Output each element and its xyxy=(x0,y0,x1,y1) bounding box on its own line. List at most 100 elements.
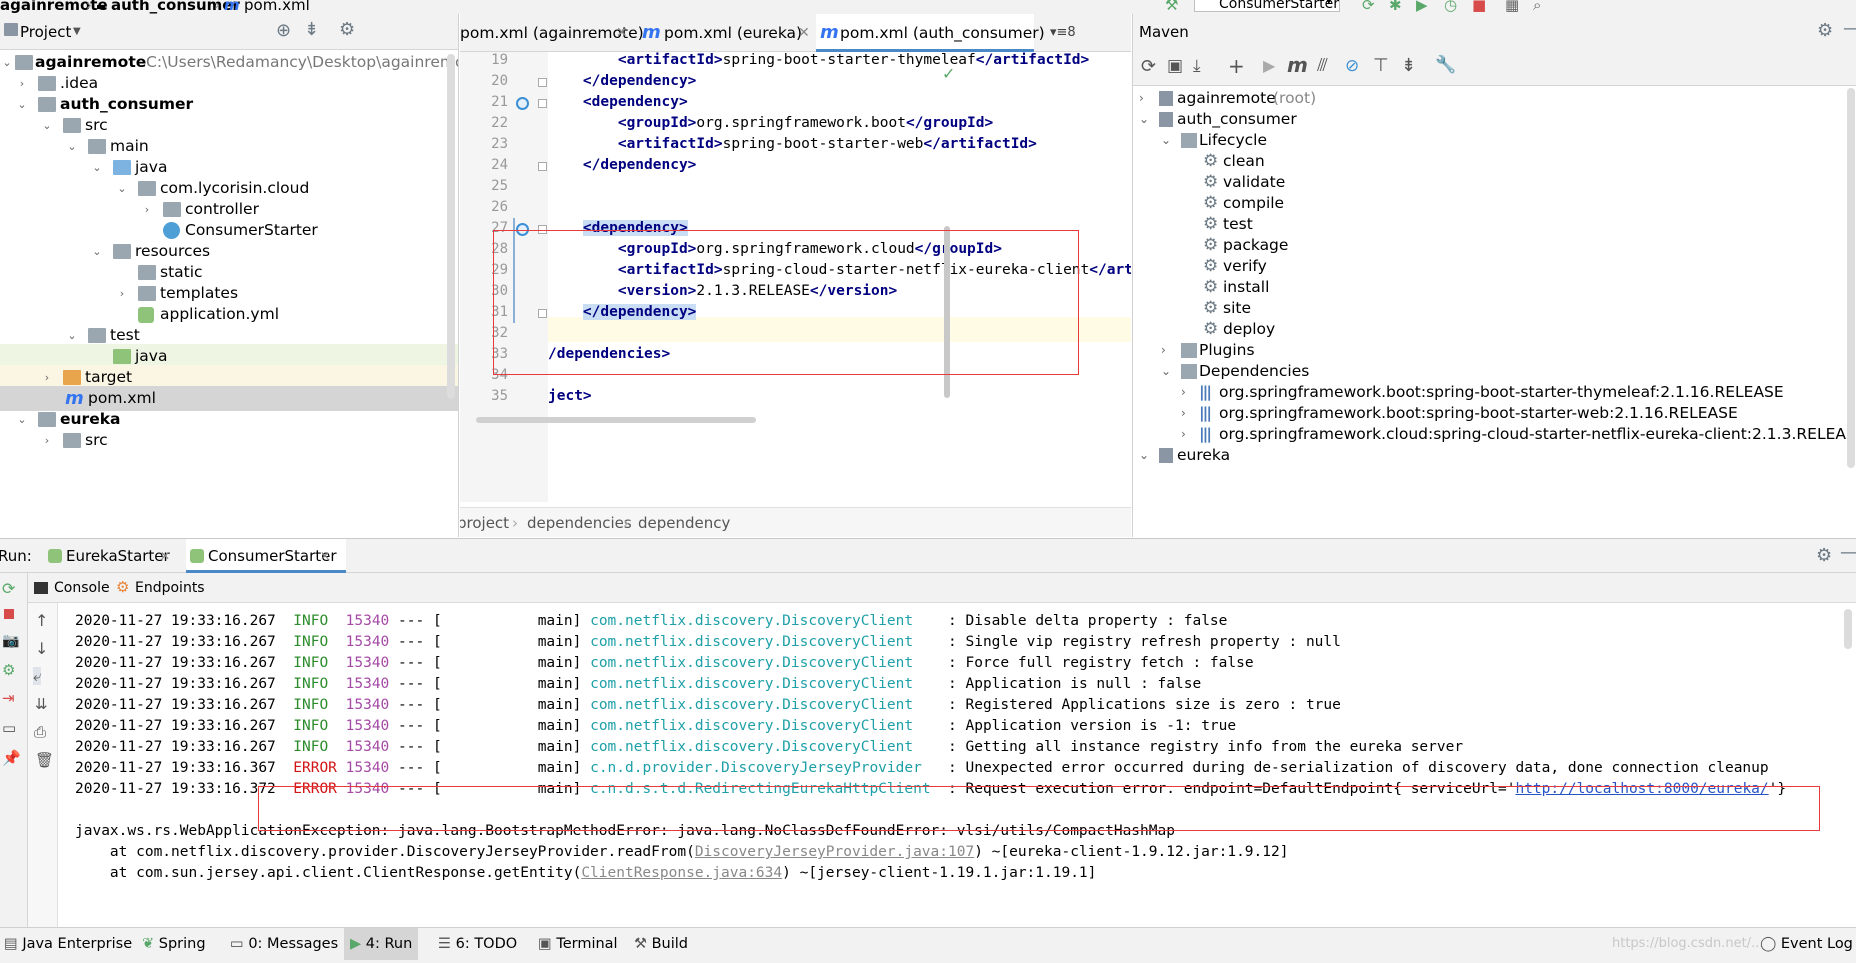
breadcrumb-project[interactable]: project xyxy=(460,508,509,537)
chevron-down-icon[interactable]: ▼ xyxy=(73,26,81,37)
generate-sources-icon[interactable]: ▣ xyxy=(1167,56,1183,76)
fold-marker-icon[interactable] xyxy=(538,162,547,171)
rerun-icon[interactable]: ⟳ xyxy=(2,579,15,598)
chevron-down-icon[interactable]: ⌄ xyxy=(1161,359,1171,384)
run-icon[interactable]: ▶ xyxy=(1263,56,1275,75)
run-coverage-icon[interactable]: ▶ xyxy=(1416,0,1428,14)
collapse-all-icon[interactable]: ⇟ xyxy=(304,19,319,40)
fold-marker-icon[interactable] xyxy=(538,99,547,108)
project-scrollbar[interactable] xyxy=(447,54,455,399)
close-icon[interactable]: ✕ xyxy=(616,14,628,52)
log-logger: com.netflix.discovery.DiscoveryClient xyxy=(590,613,940,629)
tab-label: pom.xml (auth_consumer) xyxy=(840,24,1045,42)
chevron-down-icon[interactable]: ⌄ xyxy=(1139,443,1149,468)
tab-pom-auth-consumer[interactable]: m pom.xml (auth_consumer) xyxy=(816,14,1045,52)
tool-messages[interactable]: ▭ 0: Messages xyxy=(230,928,338,960)
tool-spring[interactable]: ❦ Spring xyxy=(142,928,206,960)
run-tab-consumerstarter[interactable]: ConsumerStarter ✕ xyxy=(186,539,346,573)
skip-tests-icon[interactable]: ⊘ xyxy=(1345,56,1359,76)
tree-item-eureka-src[interactable]: › src xyxy=(0,428,458,453)
restore-layout-icon[interactable]: ⚙ xyxy=(2,661,15,679)
log-logger: com.netflix.discovery.DiscoveryClient xyxy=(590,676,940,692)
stop-icon[interactable]: ■ xyxy=(1472,0,1486,14)
log-line[interactable]: 2020-11-27 19:33:16.372 ERROR 15340 --- … xyxy=(75,777,1786,802)
run-label: Run: xyxy=(0,547,32,565)
gear-icon[interactable]: ⚙ xyxy=(1816,545,1832,566)
spring-icon: ❦ xyxy=(142,936,155,952)
tool-terminal[interactable]: ▣ Terminal xyxy=(538,928,618,960)
tab-pom-eureka[interactable]: m pom.xml (eureka) ✕ xyxy=(642,14,812,52)
log-timestamp: 2020-11-27 19:33:16.267 xyxy=(75,718,294,734)
download-icon[interactable]: ⤓ xyxy=(1193,56,1201,76)
rerun-icon[interactable]: ⟳ xyxy=(1362,0,1375,14)
xml-open-tag: <groupId> xyxy=(617,115,697,131)
run-tab-eurekastarter[interactable]: EurekaStarter ✕ xyxy=(44,539,184,573)
chevron-down-icon[interactable]: ⌄ xyxy=(1161,128,1171,153)
arrow-down-icon[interactable]: ↓ xyxy=(35,639,48,658)
project-panel-title[interactable]: Project xyxy=(20,23,71,41)
console-scrollbar[interactable] xyxy=(1844,609,1852,649)
gear-icon[interactable]: ⚙ xyxy=(1817,20,1833,41)
close-icon[interactable]: ✕ xyxy=(160,539,170,573)
log-timestamp: 2020-11-27 19:33:16.267 xyxy=(75,613,294,629)
tool-build[interactable]: ⚒ Build xyxy=(634,928,688,960)
tab-overflow-button[interactable]: ▾≡8 xyxy=(1050,14,1090,52)
toggle-offline-icon[interactable]: ⫻ xyxy=(1317,55,1328,76)
soft-wrap-icon[interactable]: ⤶ xyxy=(33,667,42,685)
fold-marker-icon[interactable] xyxy=(538,78,547,87)
show-dependencies-icon[interactable]: ⊤ xyxy=(1373,55,1389,76)
run-config-select[interactable]: ConsumerStarter ▼ xyxy=(1194,0,1340,12)
maven-scrollbar[interactable] xyxy=(1847,88,1855,468)
run-icon: ▶ xyxy=(350,936,362,952)
implementation-marker-icon[interactable] xyxy=(516,97,529,110)
minimize-icon[interactable]: — xyxy=(1840,542,1856,563)
nav-file[interactable]: pom.xml xyxy=(244,0,310,14)
hammer-icon[interactable]: ⚒ xyxy=(1165,0,1178,14)
nav-module[interactable]: auth_consumer xyxy=(111,0,240,14)
tool-run[interactable]: ▶ 4: Run xyxy=(344,928,419,960)
terminal-icon: ▣ xyxy=(538,936,552,952)
stack-trace-line[interactable]: at com.sun.jersey.api.client.ClientRespo… xyxy=(75,861,1096,886)
exit-icon[interactable]: ⇥ xyxy=(2,689,15,707)
locate-icon[interactable]: ⊕ xyxy=(276,20,291,41)
collapse-all-icon[interactable]: ⇟ xyxy=(1401,55,1416,76)
line-number: 28 xyxy=(491,241,508,257)
execute-goal-icon[interactable]: m xyxy=(1287,53,1308,77)
minimize-icon[interactable]: — xyxy=(1843,18,1856,39)
profile-icon[interactable]: ◷ xyxy=(1444,0,1457,14)
editor-scrollbar[interactable] xyxy=(944,226,950,398)
code-line[interactable]: ject> xyxy=(548,384,592,409)
pin-icon[interactable]: 📌 xyxy=(2,749,21,767)
scroll-to-end-icon[interactable]: ⇊ xyxy=(35,695,48,713)
camera-icon[interactable]: 📷 xyxy=(2,633,19,649)
gear-icon[interactable]: ⚙ xyxy=(339,19,355,40)
fold-marker-icon[interactable] xyxy=(538,309,547,318)
breadcrumb-dependency[interactable]: dependency xyxy=(638,508,730,537)
debug-icon[interactable]: ✱ xyxy=(1389,0,1402,14)
project-structure-icon[interactable]: ▦ xyxy=(1505,0,1519,14)
breadcrumb-dependencies[interactable]: dependencies xyxy=(527,508,632,537)
tab-pom-againremote[interactable]: pom.xml (againremote) ✕ xyxy=(460,14,644,52)
watermark: https://blog.csdn.net/... xyxy=(1612,936,1764,951)
chevron-right-icon[interactable]: › xyxy=(40,428,54,453)
refresh-icon[interactable]: ⟳ xyxy=(1141,56,1156,77)
print-icon[interactable]: ⎙ xyxy=(34,723,46,741)
tool-event-log[interactable]: ◯ Event Log xyxy=(1760,928,1853,960)
tool-todo[interactable]: ☰ 6: TODO xyxy=(438,928,517,960)
close-icon[interactable]: ✕ xyxy=(798,14,810,52)
wrench-icon[interactable]: 🔧 xyxy=(1435,55,1456,75)
arrow-up-icon[interactable]: ↑ xyxy=(35,611,48,630)
layout-icon[interactable]: ▭ xyxy=(2,719,16,737)
implementation-marker-icon[interactable] xyxy=(516,223,529,236)
stop-icon[interactable] xyxy=(4,609,14,619)
chevron-down-icon[interactable]: ⌄ xyxy=(1139,107,1149,132)
run-tool-window: Run: EurekaStarter ✕ ConsumerStarter ✕ ⚙… xyxy=(0,538,1856,927)
add-icon[interactable]: + xyxy=(1228,54,1245,78)
fold-marker-icon[interactable] xyxy=(538,225,547,234)
tool-java-enterprise[interactable]: ▤ Java Enterprise xyxy=(4,928,132,960)
log-link: http://localhost:8000/eureka/ xyxy=(1515,781,1769,797)
close-icon[interactable]: ✕ xyxy=(320,539,330,573)
search-icon[interactable]: ⌕ xyxy=(1533,0,1541,14)
trash-icon[interactable]: 🗑 xyxy=(35,751,54,769)
editor-horizontal-scrollbar[interactable] xyxy=(476,417,756,423)
